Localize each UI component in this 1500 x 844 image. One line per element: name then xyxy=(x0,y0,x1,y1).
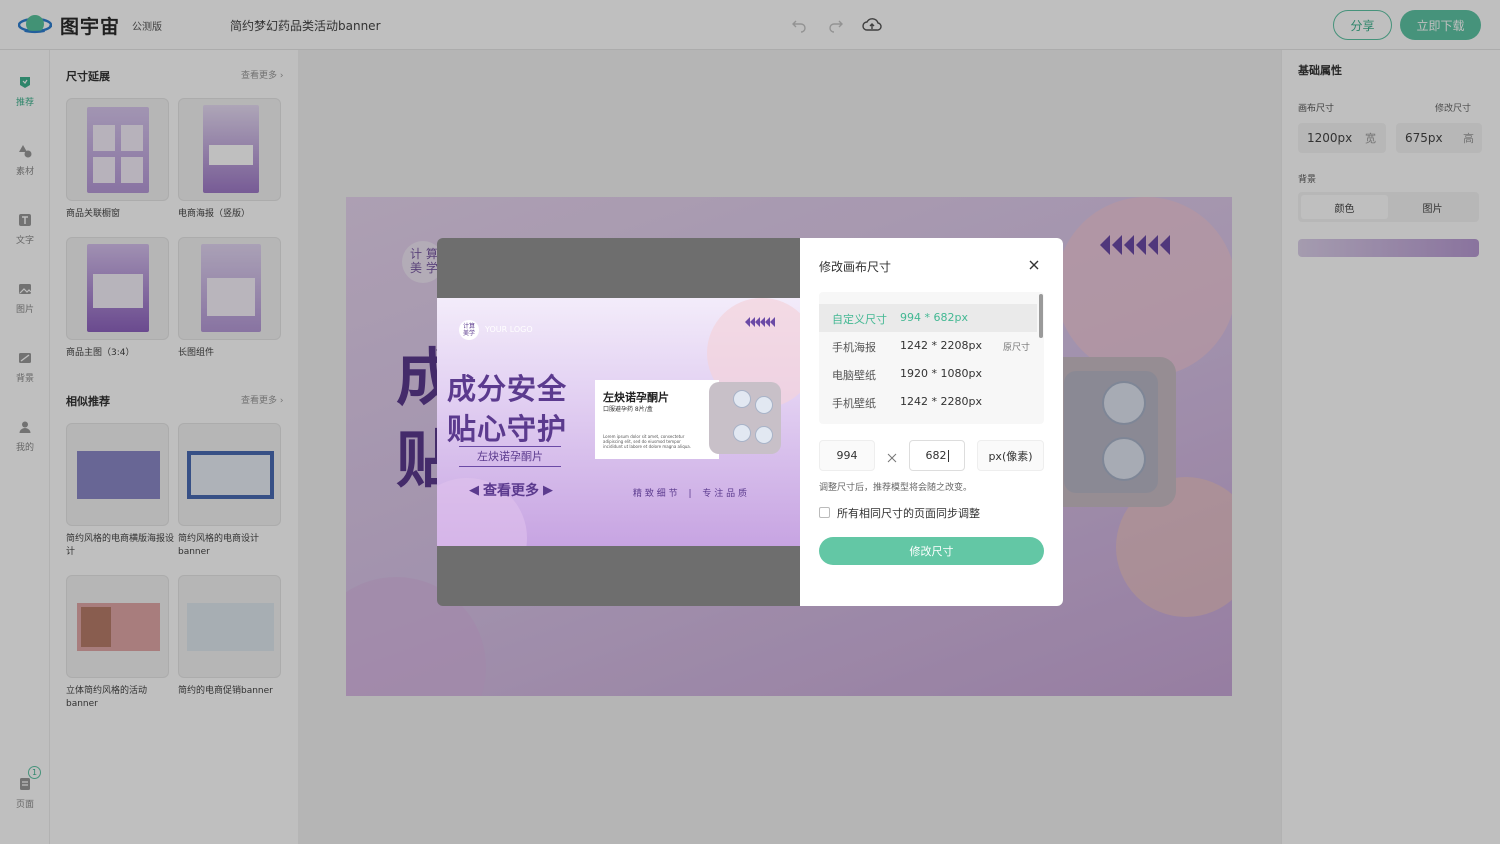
tagline-2: 专 注 品 质 xyxy=(702,489,747,499)
close-icon[interactable] xyxy=(1027,258,1041,272)
preview-subtitle: 左炔诺孕酮片 xyxy=(477,450,543,463)
preview-headline-2: 贴心守护 xyxy=(447,412,568,446)
multiply-icon xyxy=(886,449,898,463)
preview-product-card: 左炔诺孕酮片 口服避孕药 8片/盒 Lorem ipsum dolor sit … xyxy=(595,380,719,459)
size-option-value: 1920 * 1080px xyxy=(900,367,982,380)
preview-logo-text: YOUR LOGO xyxy=(485,325,533,334)
size-option-value: 1242 * 2208px xyxy=(900,339,982,352)
resize-hint: 调整尺寸后，推荐模型将会随之改变。 xyxy=(819,483,973,493)
arrows-decoration-icon xyxy=(745,317,775,327)
preview-cta: ◀ 查看更多 ▶ xyxy=(463,480,559,500)
card-body: Lorem ipsum dolor sit amet, consectetur … xyxy=(603,434,692,449)
preview-cta-label: 查看更多 xyxy=(483,483,539,499)
divider xyxy=(459,446,561,447)
caret-right-icon: ▶ xyxy=(543,482,553,498)
size-option-name: 手机壁纸 xyxy=(832,397,876,410)
size-option-phone-poster[interactable]: 手机海报 1242 * 2208px 原尺寸 xyxy=(819,332,1037,360)
size-option-value: 1242 * 2280px xyxy=(900,395,982,408)
sync-pages-label[interactable]: 所有相同尺寸的页面同步调整 xyxy=(837,505,980,521)
original-size-tag: 原尺寸 xyxy=(1003,343,1031,353)
sync-pages-checkbox[interactable] xyxy=(819,507,830,518)
tagline-1: 精 致 细 节 xyxy=(633,489,678,499)
card-subtitle: 口服避孕药 8片/盒 xyxy=(603,406,653,413)
height-input-value: 682 xyxy=(925,449,947,462)
height-input[interactable]: 682 xyxy=(909,440,965,471)
size-option-phone-wallpaper[interactable]: 手机壁纸 1242 * 2280px xyxy=(819,388,1037,416)
size-preset-list: 自定义尺寸 994 * 682px 手机海报 1242 * 2208px 原尺寸… xyxy=(819,292,1044,424)
divider xyxy=(459,466,561,467)
preview-logo-badge: 计算 美学 xyxy=(459,320,479,340)
caret-left-icon: ◀ xyxy=(469,482,479,498)
dialog-preview: 计算 美学 YOUR LOGO 成分安全 贴心守护 左炔诺孕酮片 ◀ 查看更多 … xyxy=(437,298,800,546)
size-option-name: 电脑壁纸 xyxy=(832,369,876,382)
card-title: 左炔诺孕酮片 xyxy=(603,391,669,404)
tagline-separator: | xyxy=(688,489,692,499)
preview-pill-image xyxy=(709,382,781,454)
size-option-name: 自定义尺寸 xyxy=(832,313,887,326)
size-option-desktop-wallpaper[interactable]: 电脑壁纸 1920 * 1080px xyxy=(819,360,1037,388)
unit-select[interactable]: px(像素) xyxy=(977,440,1044,471)
text-cursor xyxy=(947,449,949,462)
size-option-custom[interactable]: 自定义尺寸 994 * 682px xyxy=(819,304,1037,332)
size-list-scrollbar[interactable] xyxy=(1039,294,1043,338)
apply-resize-button[interactable]: 修改尺寸 xyxy=(819,537,1044,565)
preview-headline-1: 成分安全 xyxy=(447,372,568,406)
resize-form: 修改画布尺寸 自定义尺寸 994 * 682px 手机海报 1242 * 220… xyxy=(800,238,1063,606)
preview-tagline: 精 致 细 节 | 专 注 品 质 xyxy=(633,486,747,499)
size-option-name: 手机海报 xyxy=(832,341,876,354)
size-option-value: 994 * 682px xyxy=(900,311,968,324)
dialog-title: 修改画布尺寸 xyxy=(819,260,892,274)
width-input[interactable]: 994 xyxy=(819,440,875,471)
resize-canvas-dialog: 计算 美学 YOUR LOGO 成分安全 贴心守护 左炔诺孕酮片 ◀ 查看更多 … xyxy=(437,238,1063,606)
